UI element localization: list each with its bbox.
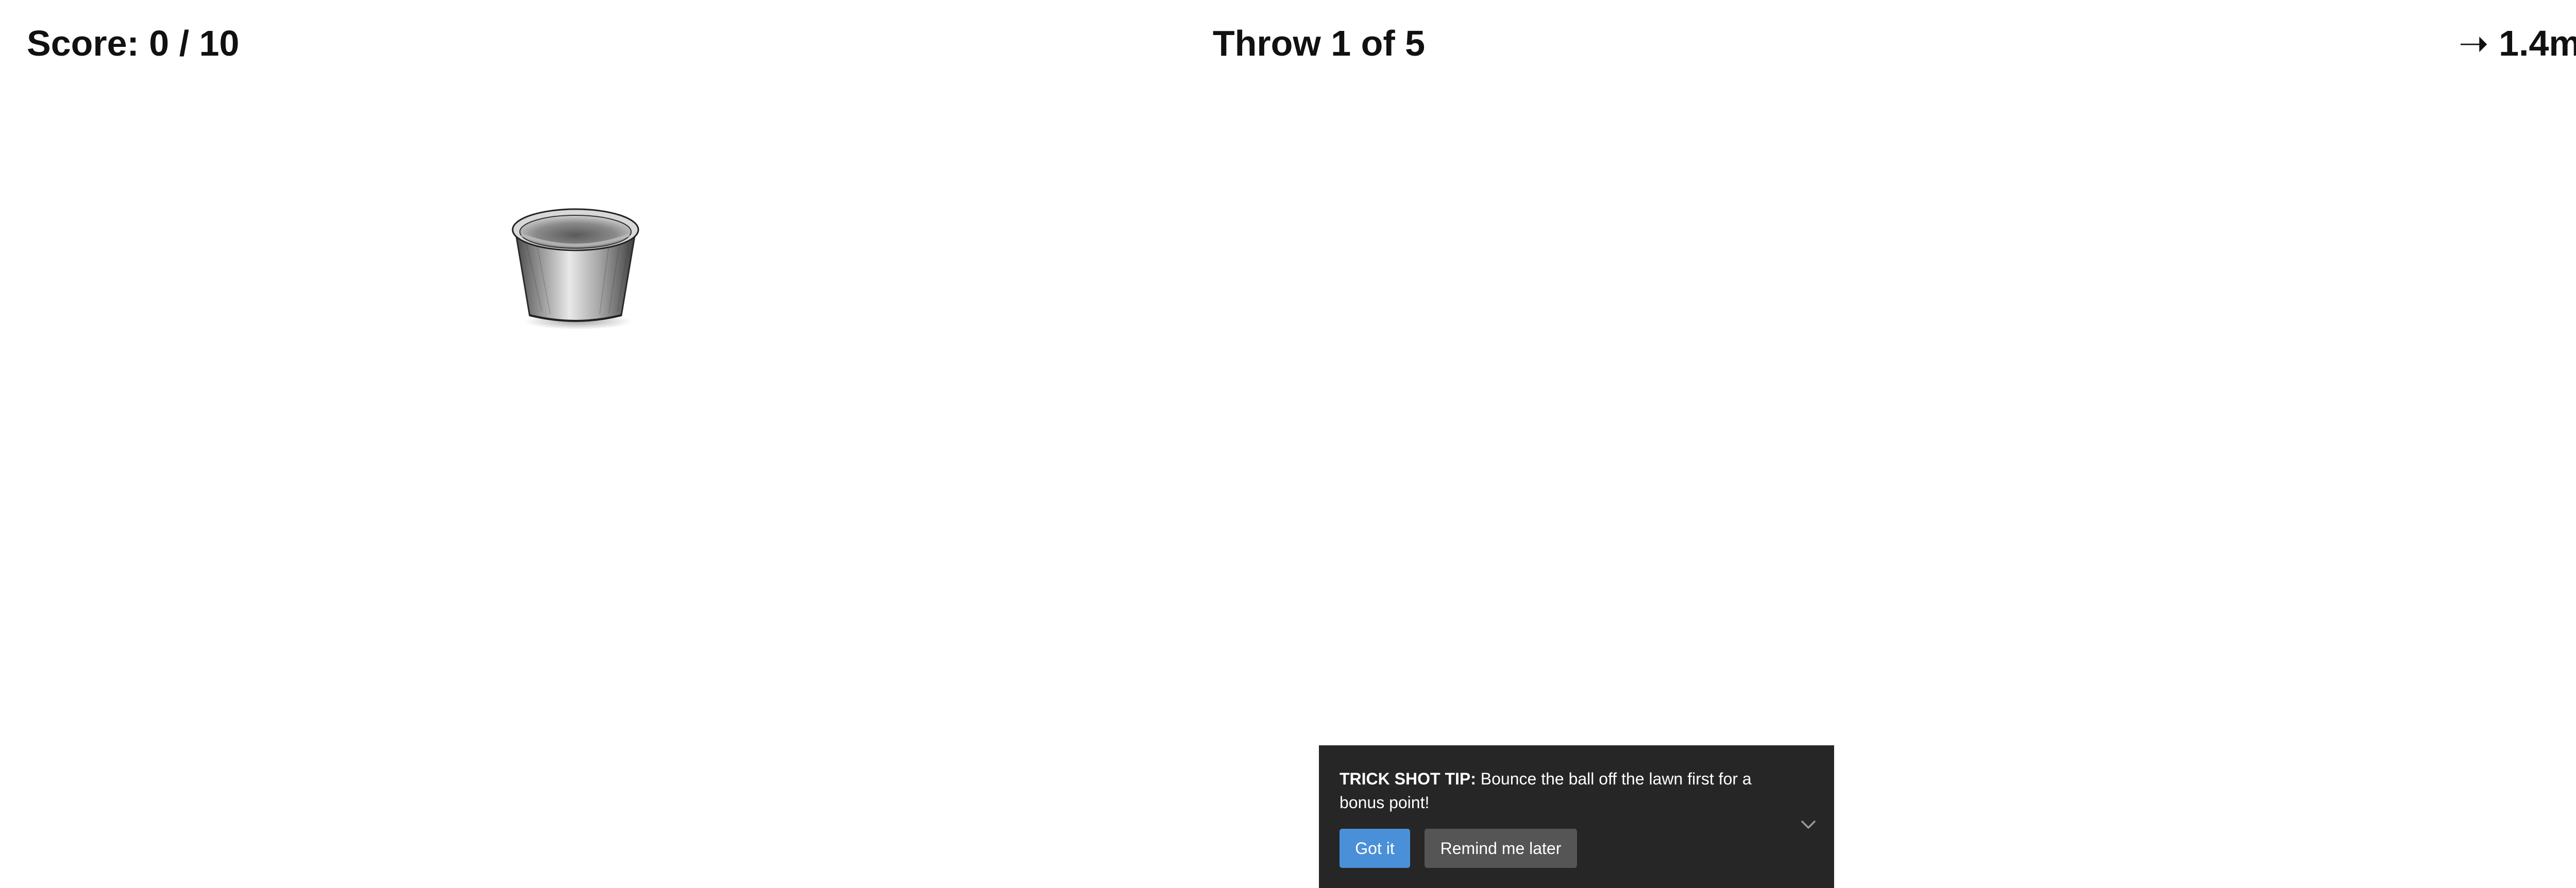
tip-button-row: Got it Remind me later [1340, 829, 1577, 868]
tip-heading: TRICK SHOT TIP: [1340, 770, 1476, 788]
collapse-tip-button[interactable] [1798, 814, 1819, 835]
got-it-button[interactable]: Got it [1340, 829, 1410, 868]
bucket-target[interactable] [506, 198, 645, 337]
bucket-icon [512, 208, 639, 330]
chevron-down-icon [1801, 821, 1816, 829]
tip-message: TRICK SHOT TIP: Bounce the ball off the … [1340, 767, 1777, 814]
remind-me-later-button[interactable]: Remind me later [1425, 829, 1577, 868]
wind-indicator: ➝ 1.4m/s [2458, 23, 2576, 63]
game-canvas[interactable]: Score: 0 / 10 Throw 1 of 5 ➝ 1.4m/s [0, 0, 2576, 888]
throw-counter: Throw 1 of 5 [1212, 23, 1426, 63]
trick-shot-tip-panel: TRICK SHOT TIP: Bounce the ball off the … [1319, 745, 1834, 888]
